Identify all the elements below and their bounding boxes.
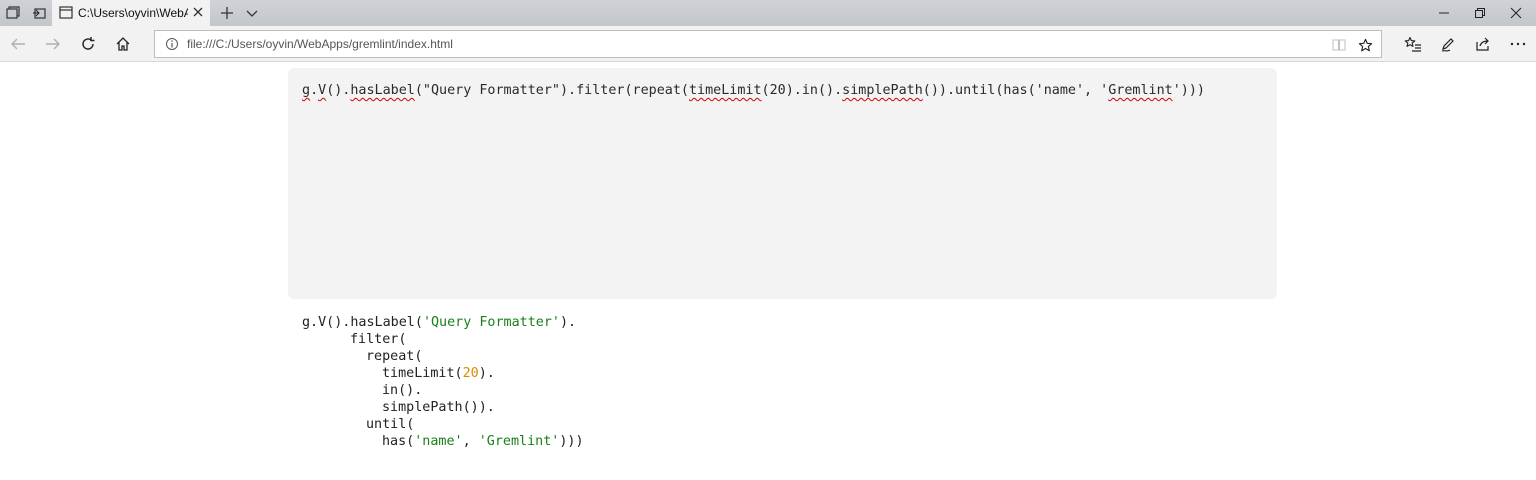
address-bar[interactable]: file:///C:/Users/oyvin/WebApps/gremlint/… [154,30,1382,58]
formatted-line: repeat( [366,349,423,364]
tab-title: C:\Users\oyvin\WebApps [78,6,188,20]
book-icon [1332,39,1346,51]
close-icon [1510,7,1522,19]
close-window-button[interactable] [1498,0,1534,26]
tab-strip: C:\Users\oyvin\WebApps [0,0,1536,26]
more-button[interactable] [1502,30,1534,58]
formatted-line: in(). [382,383,423,398]
active-tab[interactable]: C:\Users\oyvin\WebApps [52,0,210,26]
query-input-textarea[interactable]: g.V().hasLabel("Query Formatter").filter… [288,68,1277,299]
page-icon [59,6,73,19]
query-input-text[interactable]: g.V().hasLabel("Query Formatter").filter… [302,83,1205,98]
info-icon[interactable] [165,37,179,51]
plus-icon [221,7,233,19]
share-icon [1476,37,1489,51]
add-favorite-button[interactable] [1353,33,1377,57]
forward-button[interactable] [37,30,69,58]
more-icon [1510,42,1526,46]
tab-list-button[interactable] [240,0,264,26]
browser-toolbar: file:///C:/Users/oyvin/WebApps/gremlint/… [0,26,1536,62]
chevron-down-icon [246,10,258,17]
restore-icon [1475,8,1485,18]
restore-button[interactable] [1462,0,1498,26]
favorites-list-icon [1404,36,1421,52]
tabs-aside-button[interactable] [0,0,26,26]
tabs-aside-icon [6,6,20,19]
forward-arrow-icon [46,38,60,50]
formatted-line: g.V().hasLabel('Query Formatter'). [302,315,577,330]
minimize-icon [1439,12,1449,14]
home-icon [116,37,130,51]
formatted-line: has('name', 'Gremlint'))) [382,434,584,449]
refresh-button[interactable] [72,30,104,58]
address-url[interactable]: file:///C:/Users/oyvin/WebApps/gremlint/… [187,37,453,51]
new-tab-button[interactable] [215,0,239,26]
formatted-line: until( [366,417,415,432]
favorites-hub-button[interactable] [1397,30,1429,58]
home-button[interactable] [107,30,139,58]
formatted-line: timeLimit(20). [382,366,495,381]
back-arrow-icon [11,38,25,50]
pen-icon [1441,38,1454,52]
minimize-button[interactable] [1426,0,1462,26]
refresh-icon [82,37,95,50]
share-button[interactable] [1467,30,1499,58]
reading-view-button[interactable] [1327,33,1351,57]
add-notes-button[interactable] [1432,30,1464,58]
formatted-line: simplePath()). [382,400,495,415]
tabs-restore-button[interactable] [26,0,52,26]
tabs-restore-icon [33,8,46,19]
formatted-line: filter( [350,332,407,347]
close-icon[interactable] [192,6,204,18]
star-icon [1358,38,1372,51]
back-button[interactable] [2,30,34,58]
